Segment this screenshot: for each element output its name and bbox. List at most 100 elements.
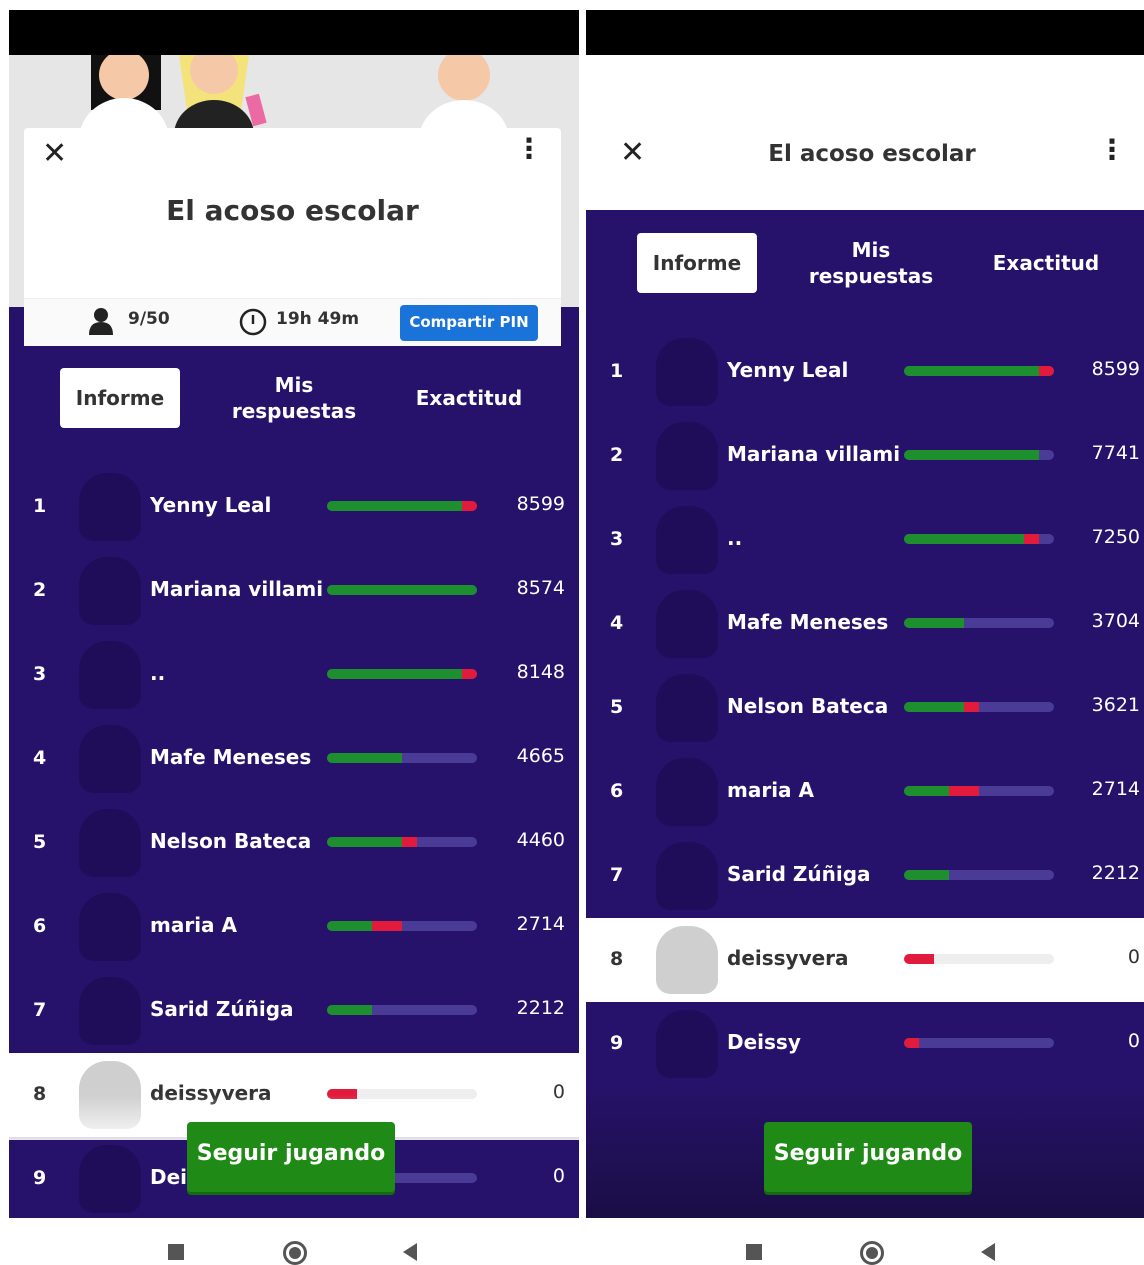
incorrect-fill (904, 954, 934, 964)
player-name: Sarid Zúñiga (727, 862, 871, 886)
accuracy-bar (327, 1005, 477, 1015)
back-icon[interactable] (403, 1243, 417, 1261)
leaderboard-row[interactable]: 6 maria A 2714 (9, 885, 579, 969)
more-options-icon[interactable]: ⋮ (1098, 133, 1126, 166)
player-score: 3704 (1091, 610, 1140, 632)
more-options-icon[interactable]: ⋮ (515, 132, 543, 165)
rank-number: 5 (610, 696, 624, 718)
player-name: deissyvera (727, 946, 849, 970)
player-name: Nelson Bateca (727, 694, 889, 718)
tab-mis-respuestas[interactable]: Mis respuestas (791, 233, 951, 293)
accuracy-bar (904, 534, 1054, 544)
rank-number: 4 (33, 747, 47, 769)
home-icon[interactable] (283, 1241, 307, 1265)
incorrect-fill (1024, 534, 1039, 544)
leaderboard-row[interactable]: 3 .. 8148 (9, 633, 579, 717)
player-avatar (656, 422, 718, 490)
leaderboard-row[interactable]: 7 Sarid Zúñiga 2212 (9, 969, 579, 1053)
accuracy-bar (327, 669, 477, 679)
recents-icon[interactable] (746, 1244, 762, 1260)
player-name: Mafe Meneses (727, 610, 889, 634)
status-bar (9, 10, 579, 55)
card-footer: 9/50 19h 49m Compartir PIN (24, 298, 561, 346)
clock-icon (239, 308, 267, 336)
rank-number: 9 (33, 1167, 47, 1189)
player-avatar (79, 809, 141, 877)
back-icon[interactable] (981, 1243, 995, 1261)
leaderboard-row[interactable]: 1 Yenny Leal 8599 (586, 330, 1144, 414)
player-score: 0 (1127, 946, 1140, 968)
player-avatar (79, 977, 141, 1045)
rank-number: 6 (610, 780, 624, 802)
continue-playing-button[interactable]: Seguir jugando (187, 1122, 395, 1192)
player-score: 2714 (1091, 778, 1140, 800)
incorrect-fill (964, 702, 979, 712)
incorrect-fill (372, 921, 402, 931)
accuracy-bar (904, 618, 1054, 628)
status-bar (586, 10, 1144, 55)
player-score: 0 (552, 1165, 565, 1187)
player-name: Sarid Zúñiga (150, 997, 294, 1021)
header: ✕ El acoso escolar ⋮ (586, 55, 1144, 210)
player-avatar (656, 590, 718, 658)
recents-icon[interactable] (168, 1244, 184, 1260)
leaderboard-row[interactable]: 7 Sarid Zúñiga 2212 (586, 834, 1144, 918)
leaderboard-row[interactable]: 5 Nelson Bateca 3621 (586, 666, 1144, 750)
player-score: 8599 (1091, 358, 1140, 380)
player-avatar (79, 557, 141, 625)
tab-exactitud[interactable]: Exactitud (399, 368, 539, 428)
player-avatar (656, 758, 718, 826)
player-avatar (79, 641, 141, 709)
leaderboard-row[interactable]: 2 Mariana villami 8574 (9, 549, 579, 633)
tab-informe[interactable]: Informe (60, 368, 180, 428)
correct-fill (904, 450, 1039, 460)
leaderboard-row[interactable]: 4 Mafe Meneses 3704 (586, 582, 1144, 666)
quiz-card: ✕ ⋮ El acoso escolar 9/50 19h 49m Compar… (24, 128, 561, 346)
leaderboard-row[interactable]: 2 Mariana villami 7741 (586, 414, 1144, 498)
share-pin-button[interactable]: Compartir PIN (400, 305, 538, 341)
leaderboard-row[interactable]: 4 Mafe Meneses 4665 (9, 717, 579, 801)
correct-fill (904, 870, 949, 880)
leaderboard-row[interactable]: 1 Yenny Leal 8599 (9, 465, 579, 549)
correct-fill (327, 501, 462, 511)
incorrect-fill (402, 837, 417, 847)
incorrect-fill (904, 1038, 919, 1048)
continue-playing-button[interactable]: Seguir jugando (764, 1122, 972, 1192)
left-screen: ✕ ⋮ El acoso escolar 9/50 19h 49m Compar… (9, 10, 579, 1218)
tab-informe[interactable]: Informe (637, 233, 757, 293)
player-score: 0 (1127, 1030, 1140, 1052)
rank-number: 1 (610, 360, 624, 382)
correct-fill (904, 618, 964, 628)
leaderboard-row[interactable]: 9 Deissy 0 (586, 1002, 1144, 1086)
player-name: Mariana villami (727, 442, 901, 466)
leaderboard-row[interactable]: 3 .. 7250 (586, 498, 1144, 582)
accuracy-bar (327, 837, 477, 847)
accuracy-bar (327, 753, 477, 763)
player-score: 3621 (1091, 694, 1140, 716)
accuracy-bar (327, 921, 477, 931)
accuracy-bar (327, 585, 477, 595)
rank-number: 3 (610, 528, 624, 550)
close-icon[interactable]: ✕ (620, 135, 645, 170)
correct-fill (327, 585, 477, 595)
leaderboard-row[interactable]: 5 Nelson Bateca 4460 (9, 801, 579, 885)
tabs: Informe Mis respuestas Exactitud (9, 358, 579, 438)
rank-number: 1 (33, 495, 47, 517)
player-name: maria A (727, 778, 814, 802)
accuracy-bar (904, 870, 1054, 880)
tab-mis-respuestas[interactable]: Mis respuestas (214, 368, 374, 428)
rank-number: 6 (33, 915, 47, 937)
rank-number: 2 (33, 579, 47, 601)
player-avatar (656, 842, 718, 910)
rank-number: 9 (610, 1032, 624, 1054)
home-icon[interactable] (860, 1241, 884, 1265)
close-icon[interactable]: ✕ (42, 136, 67, 171)
incorrect-fill (462, 669, 477, 679)
leaderboard-row[interactable]: 8 deissyvera 0 (586, 918, 1144, 1002)
time-left: 19h 49m (276, 309, 360, 329)
incorrect-fill (949, 786, 979, 796)
player-avatar (656, 674, 718, 742)
tab-exactitud[interactable]: Exactitud (976, 233, 1116, 293)
accuracy-bar (904, 366, 1054, 376)
leaderboard-row[interactable]: 6 maria A 2714 (586, 750, 1144, 834)
